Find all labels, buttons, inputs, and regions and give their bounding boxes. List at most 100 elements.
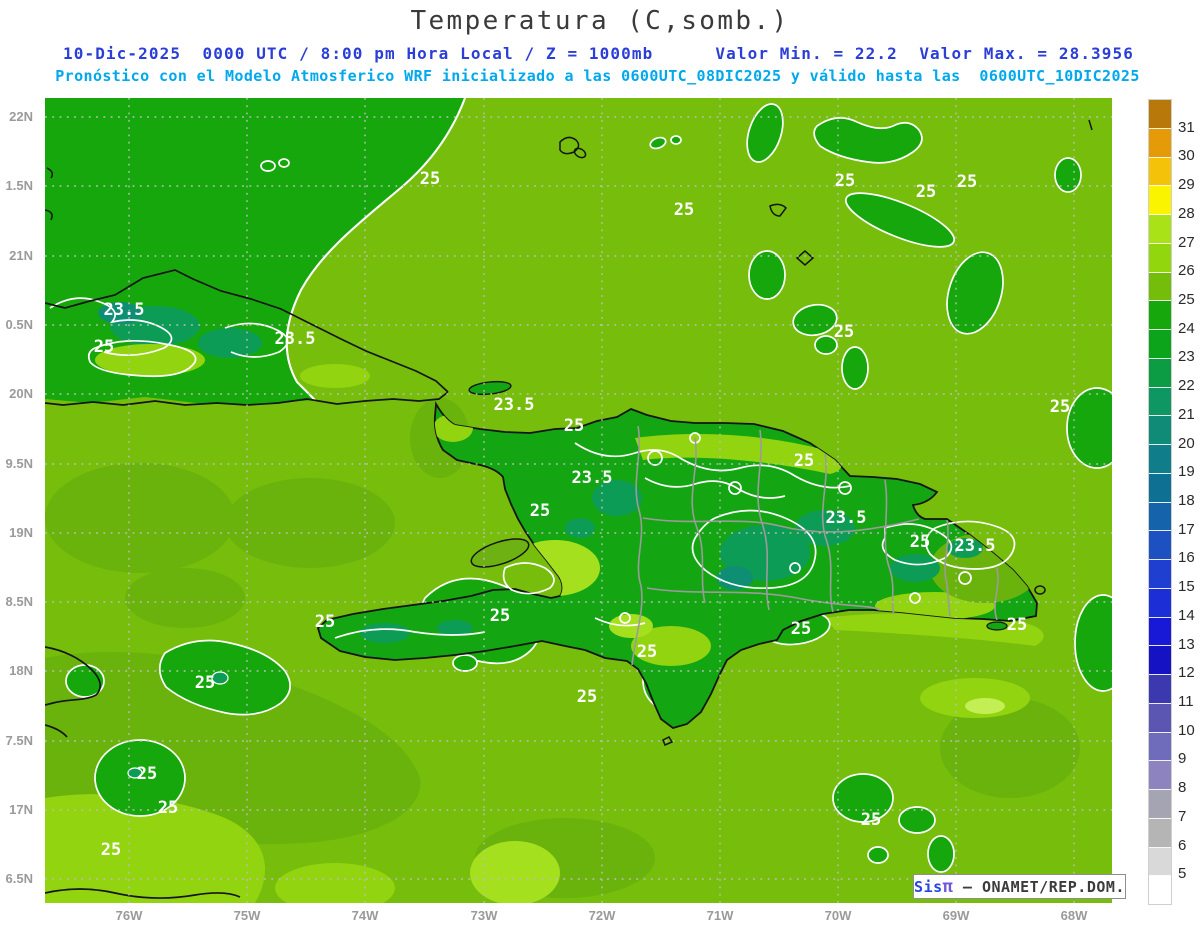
colorbar-segment xyxy=(1149,790,1171,819)
colorbar-segment xyxy=(1149,157,1171,187)
colorbar-segment xyxy=(1149,272,1171,302)
colorbar-tick-label: 7 xyxy=(1178,807,1187,825)
x-axis-label: 71W xyxy=(706,908,734,923)
contour-value-label: 23.5 xyxy=(494,395,535,415)
x-axis-label: 70W xyxy=(824,908,852,923)
y-axis-label: 17N xyxy=(9,802,33,817)
colorbar-tick-label: 5 xyxy=(1178,865,1187,883)
contour-value-label: 25 xyxy=(530,501,550,521)
contour-value-label: 25 xyxy=(674,200,694,220)
colorbar-segment xyxy=(1149,186,1171,215)
colorbar-tick-label: 6 xyxy=(1178,836,1187,854)
colorbar-segment xyxy=(1149,847,1171,877)
map-area: 25 25 25 25 25 23.5 25 23.5 23.5 25 23.5 25 23.5 25 25… xyxy=(44,97,1132,913)
colorbar-tick-label: 16 xyxy=(1178,549,1195,567)
temperature-colorbar xyxy=(1148,99,1172,905)
colorbar-segment xyxy=(1149,473,1171,503)
y-axis-label: 8.5N xyxy=(5,594,33,609)
colorbar-tick-label: 29 xyxy=(1178,176,1195,194)
x-axis-label: 72W xyxy=(588,908,616,923)
sea-vlight-patch xyxy=(965,698,1005,714)
colorbar-tick-label: 13 xyxy=(1178,635,1195,653)
contour-value-label: 25 xyxy=(637,642,657,662)
colorbar-tick-label: 17 xyxy=(1178,520,1195,538)
saona-island xyxy=(986,621,1008,631)
contour-value-label: 25 xyxy=(94,337,114,357)
contour-value-label: 25 xyxy=(564,416,584,436)
colorbar-tick-label: 25 xyxy=(1178,291,1195,308)
colorbar-segment xyxy=(1149,502,1171,532)
colorbar-segment xyxy=(1149,732,1171,762)
page-title: Temperatura (C,somb.) xyxy=(410,6,790,36)
contour-value-label: 25 xyxy=(158,798,178,818)
colorbar-segment xyxy=(1149,100,1171,129)
y-axis-label: 6.5N xyxy=(5,871,33,886)
colorbar-segment xyxy=(1149,876,1171,904)
colorbar-tick-label: 21 xyxy=(1178,405,1195,423)
colorbar-tick-label: 22 xyxy=(1178,377,1195,395)
y-axis-label: 9.5N xyxy=(5,456,33,471)
contour-value-label: 25 xyxy=(794,451,814,471)
colorbar-tick-label: 20 xyxy=(1178,434,1195,452)
contour-value-label: 25 xyxy=(1007,615,1027,635)
contour-value-label: 25 xyxy=(137,764,157,784)
colorbar-tick-label: 8 xyxy=(1178,779,1187,797)
colorbar-tick-label: 14 xyxy=(1178,606,1195,624)
colorbar-segment xyxy=(1149,646,1171,675)
contour-value-label: 25 xyxy=(910,532,930,552)
model-info-text: Pronóstico con el Modelo Atmosferico WRF… xyxy=(55,67,1140,85)
contour-value-label: 25 xyxy=(315,612,335,632)
colorbar-segment xyxy=(1149,675,1171,704)
colorbar-segment xyxy=(1149,531,1171,560)
colorbar-tick-label: 27 xyxy=(1178,233,1195,251)
x-axis-label: 76W xyxy=(115,908,143,923)
branding-box: Sis π – ONAMET/REP.DOM. xyxy=(913,874,1126,899)
contour-value-label: 23.5 xyxy=(826,508,867,528)
y-axis-label: 19N xyxy=(9,525,33,540)
contour-value-label: 23.5 xyxy=(104,300,145,320)
subtitle-line1: 10-Dic-2025 0000 UTC / 8:00 pm Hora Loca… xyxy=(63,44,1134,63)
contour-value-label: 25 xyxy=(835,171,855,191)
colorbar-tick-label: 31 xyxy=(1178,118,1195,136)
y-axis-label: 21N xyxy=(9,248,33,263)
contour-value-label: 25 xyxy=(916,182,936,202)
colorbar-segment xyxy=(1149,703,1171,733)
colorbar-tick-label: 18 xyxy=(1178,492,1195,509)
colorbar-tick-label: 30 xyxy=(1178,147,1195,165)
colorbar-segment xyxy=(1149,445,1171,474)
colorbar-segment xyxy=(1149,560,1171,589)
colorbar-tick-label: 26 xyxy=(1178,262,1195,280)
y-axis-label: 0.5N xyxy=(5,317,33,332)
contour-value-label: 25 xyxy=(861,810,881,830)
pi-symbol-icon: π xyxy=(942,876,954,897)
contour-value-label: 25 xyxy=(834,322,854,342)
x-axis-label: 74W xyxy=(351,908,379,923)
contour-value-label: 23.5 xyxy=(275,329,316,349)
colorbar-tick-label: 23 xyxy=(1178,348,1195,366)
colorbar-tick-label: 10 xyxy=(1178,721,1195,739)
contour-value-label: 25 xyxy=(577,687,597,707)
x-axis-label: 75W xyxy=(233,908,261,923)
colorbar-tick-label: 11 xyxy=(1178,693,1194,710)
colorbar-segment xyxy=(1149,301,1171,330)
contour-value-label: 25 xyxy=(957,172,977,192)
colorbar-tick-label: 28 xyxy=(1178,204,1195,222)
valid-time-text: 10-Dic-2025 0000 UTC / 8:00 pm Hora Loca… xyxy=(63,44,654,63)
colorbar-segment xyxy=(1149,588,1171,618)
colorbar-segment xyxy=(1149,128,1171,158)
contour-value-label: 25 xyxy=(490,606,510,626)
colorbar-tick-label: 19 xyxy=(1178,463,1195,481)
y-axis-label: 22N xyxy=(9,109,33,124)
colorbar-segment xyxy=(1149,243,1171,273)
colorbar-tick-label: 9 xyxy=(1178,750,1187,768)
y-axis-label: 7.5N xyxy=(5,733,33,748)
contour-value-label: 25 xyxy=(791,619,811,639)
min-max-text: Valor Min. = 22.2 Valor Max. = 28.3956 xyxy=(715,44,1134,63)
colorbar-tick-label: 15 xyxy=(1178,578,1195,596)
contour-value-label: 25 xyxy=(195,673,215,693)
colorbar-segment xyxy=(1149,416,1171,445)
colorbar-segment xyxy=(1149,818,1171,848)
y-axis-label: 20N xyxy=(9,386,33,401)
colorbar-tick-label: 24 xyxy=(1178,319,1195,337)
colorbar-segment xyxy=(1149,387,1171,417)
